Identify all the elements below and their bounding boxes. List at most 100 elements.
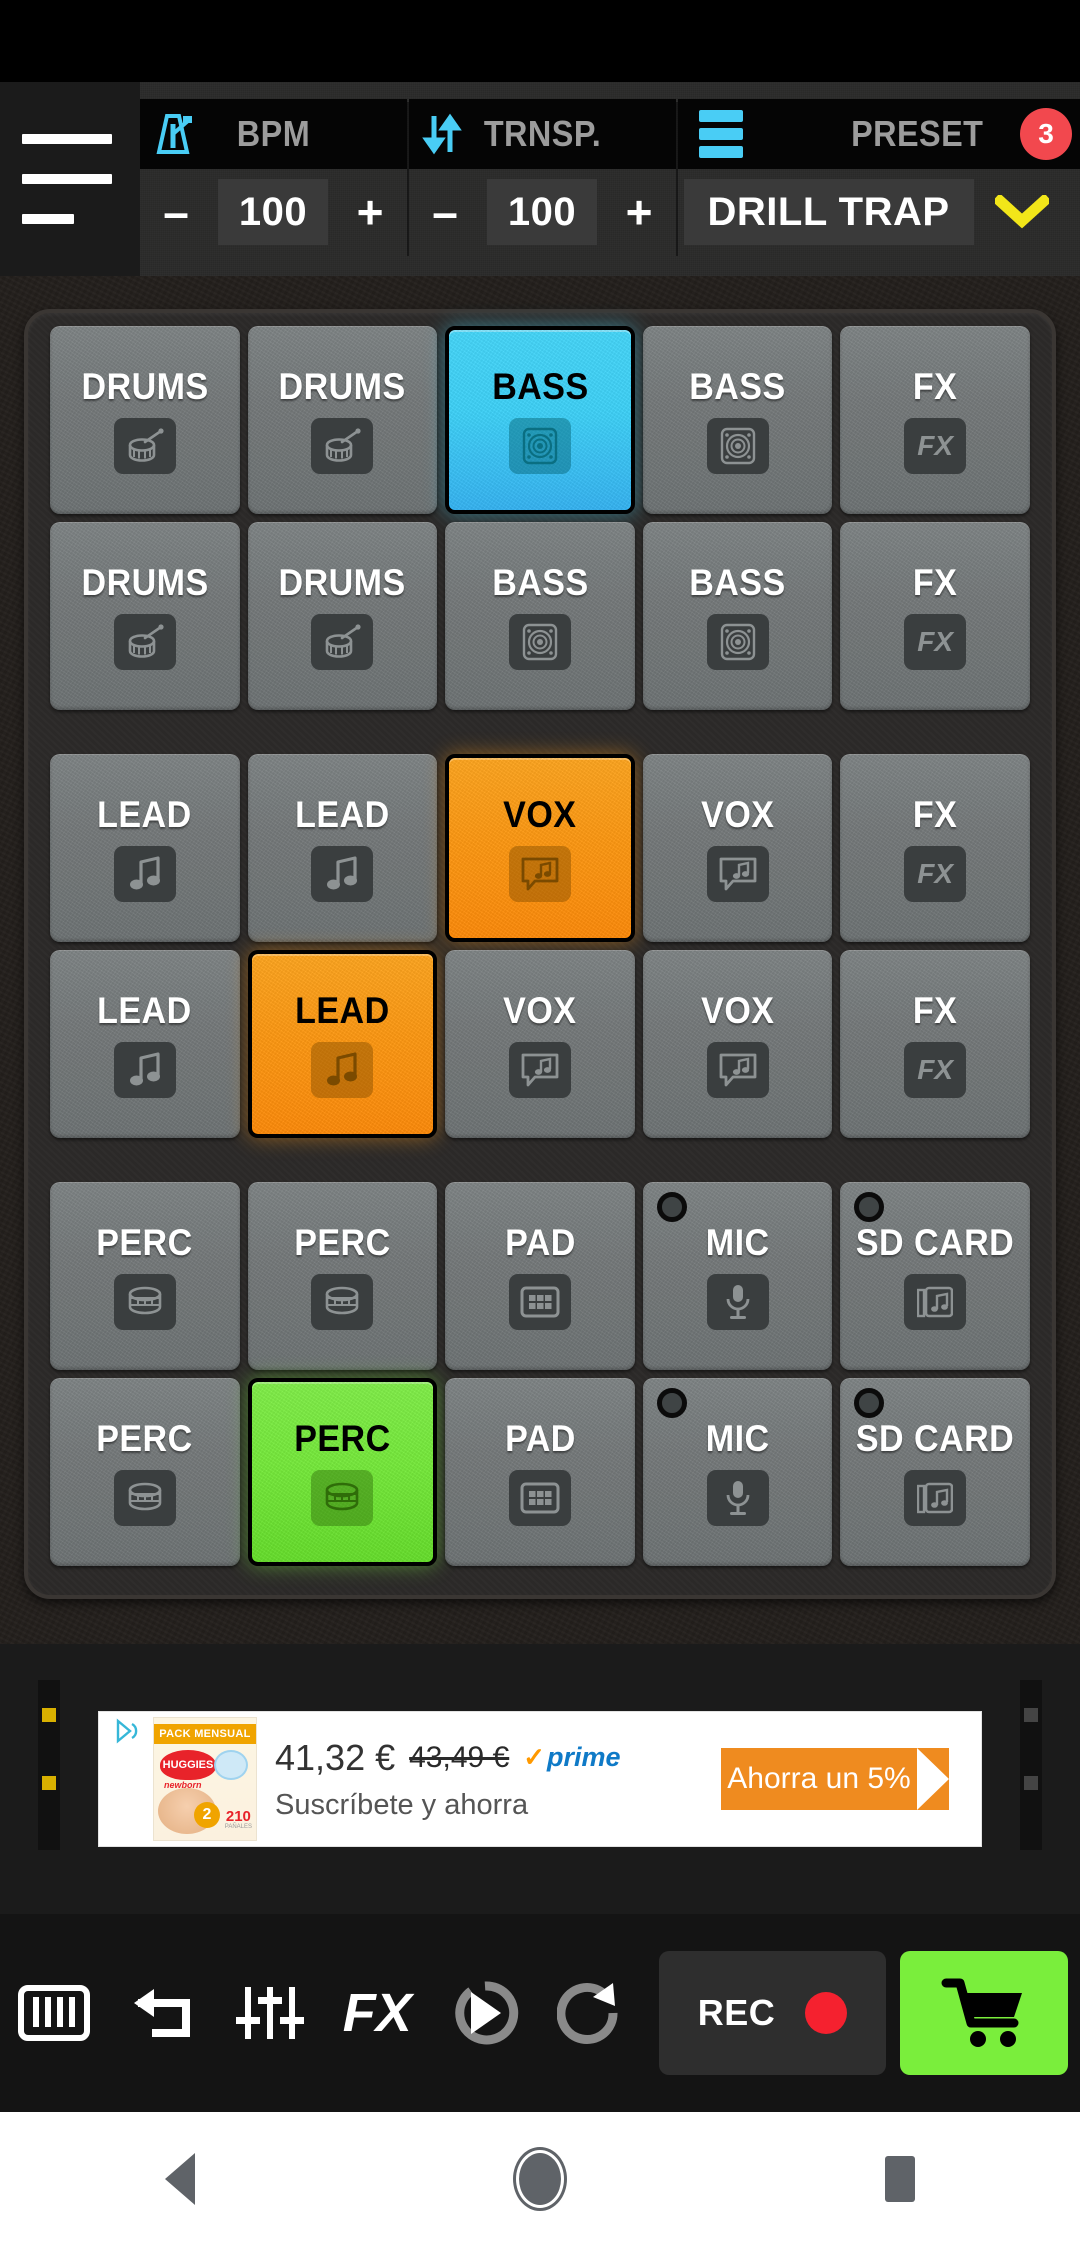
pad-perc-2-0-0[interactable]: PERC — [50, 1182, 240, 1370]
pad-lead-1-1-0[interactable]: LEAD — [50, 950, 240, 1138]
pad-sd-card-2-0-4[interactable]: SD CARD — [840, 1182, 1030, 1370]
pad-mic-2-1-3[interactable]: MIC — [642, 1378, 833, 1566]
transpose-group: TRNSP. – 100 + — [408, 82, 676, 276]
transpose-arrows-icon — [409, 112, 475, 156]
bpm-increment-button[interactable]: + — [344, 182, 396, 242]
preset-badge: 3 — [1020, 108, 1073, 160]
pad-label: LEAD — [295, 990, 390, 1031]
pad-pad-2-1-2[interactable]: PAD — [445, 1378, 635, 1566]
ad-cta-button[interactable]: Ahorra un 5% — [721, 1748, 949, 1810]
pad-fx-0-0-4[interactable]: FX FX — [840, 326, 1030, 514]
hamburger-menu-button[interactable] — [0, 82, 140, 276]
pad-label: FX — [912, 366, 958, 407]
transpose-decrement-button[interactable]: – — [419, 182, 471, 242]
pad-label: MIC — [705, 1418, 770, 1459]
pad-label: PERC — [96, 1418, 194, 1459]
music-note-icon — [311, 846, 374, 902]
ad-product-pill — [214, 1750, 248, 1780]
sd-music-icon — [904, 1470, 967, 1526]
pad-perc-2-1-0[interactable]: PERC — [50, 1378, 240, 1566]
pad-label: LEAD — [97, 990, 193, 1031]
hamburger-menu-icon — [22, 134, 112, 144]
pad-bass-0-1-2[interactable]: BASS — [445, 522, 635, 710]
pad-lead-1-0-1[interactable]: LEAD — [247, 754, 438, 942]
back-nav-icon[interactable] — [90, 2134, 270, 2224]
app-root: BPM – 100 + TRNSP. – 100 + PRESET 3 DRIL… — [0, 0, 1080, 2246]
pad-perc-2-0-1[interactable]: PERC — [247, 1182, 438, 1370]
ad-product-image[interactable]: PACK MENSUAL HUGGIES newborn 2 210 PAÑAL… — [153, 1717, 257, 1841]
preset-name[interactable]: DRILL TRAP — [683, 179, 974, 245]
ad-rail-right — [1020, 1680, 1042, 1850]
preset-header[interactable]: PRESET 3 — [677, 99, 1080, 169]
bpm-decrement-button[interactable]: – — [150, 182, 202, 242]
pad-label: FX — [912, 794, 958, 835]
pad-drums-0-0-0[interactable]: DRUMS — [50, 326, 240, 514]
pad-bass-0-0-3[interactable]: BASS — [642, 326, 833, 514]
recents-nav-icon[interactable] — [810, 2134, 990, 2224]
loop-icon[interactable] — [539, 1963, 647, 2063]
pad-vox-1-1-2[interactable]: VOX — [445, 950, 635, 1138]
fx-icon[interactable]: FX — [323, 1963, 431, 2063]
vocal-bubble-icon — [508, 1042, 571, 1098]
play-loop-icon[interactable] — [431, 1963, 539, 2063]
bpm-value[interactable]: 100 — [218, 179, 329, 245]
pad-row: LEAD LEAD VOX VOX FX FX — [50, 754, 1030, 942]
ad-product-count-value: 210 — [225, 1808, 251, 1825]
pad-led-indicator-icon — [656, 1192, 687, 1222]
record-dot-icon — [805, 1992, 848, 2034]
ad-old-price: 43,49 € — [409, 1740, 510, 1774]
music-note-icon — [113, 846, 176, 902]
vocal-bubble-icon — [706, 1042, 769, 1098]
adchoices-icon[interactable] — [99, 1712, 153, 1744]
rec-button[interactable]: REC — [658, 1951, 887, 2075]
fx-icon: FX — [904, 614, 967, 670]
speaker-icon — [706, 614, 769, 670]
pad-label: BASS — [491, 366, 589, 407]
chevron-down-icon[interactable] — [974, 195, 1070, 229]
fx-icon: FX — [904, 418, 967, 474]
pad-label: PERC — [294, 1418, 391, 1459]
preset-group: PRESET 3 DRILL TRAP — [677, 82, 1080, 276]
transpose-increment-button[interactable]: + — [613, 182, 665, 242]
pad-vox-1-1-3[interactable]: VOX — [642, 950, 833, 1138]
shopping-cart-button[interactable] — [900, 1951, 1069, 2075]
pad-lead-1-0-0[interactable]: LEAD — [50, 754, 240, 942]
undo-icon[interactable] — [108, 1963, 216, 2063]
speaker-icon — [508, 614, 571, 670]
pad-fx-1-1-4[interactable]: FX FX — [840, 950, 1030, 1138]
pad-sd-card-2-1-4[interactable]: SD CARD — [840, 1378, 1030, 1566]
pad-pad-2-0-2[interactable]: PAD — [445, 1182, 635, 1370]
transpose-value[interactable]: 100 — [487, 179, 598, 245]
mixer-icon[interactable] — [216, 1963, 324, 2063]
speaker-icon — [508, 418, 571, 474]
pad-lead-1-1-1[interactable]: LEAD — [247, 950, 438, 1138]
pad-fx-1-0-4[interactable]: FX FX — [840, 754, 1030, 942]
pad-vox-1-0-3[interactable]: VOX — [642, 754, 833, 942]
rec-label: REC — [697, 1992, 776, 2033]
preset-list-icon — [688, 110, 754, 158]
pad-mic-2-0-3[interactable]: MIC — [642, 1182, 833, 1370]
pad-bass-0-1-3[interactable]: BASS — [642, 522, 833, 710]
pad-label: SD CARD — [856, 1222, 1015, 1263]
pad-label: PERC — [294, 1222, 391, 1263]
pad-label: DRUMS — [81, 366, 209, 407]
pad-label: PAD — [504, 1222, 576, 1263]
music-note-icon — [113, 1042, 176, 1098]
pad-vox-1-0-2[interactable]: VOX — [445, 754, 635, 942]
pad-led-indicator-icon — [854, 1388, 885, 1418]
pad-drums-0-1-1[interactable]: DRUMS — [247, 522, 438, 710]
pad-perc-2-1-1[interactable]: PERC — [247, 1378, 438, 1566]
sd-music-icon — [904, 1274, 967, 1330]
pad-led-indicator-icon — [656, 1388, 687, 1418]
pad-bass-0-0-2[interactable]: BASS — [445, 326, 635, 514]
prime-badge-icon: ✓ prime — [523, 1742, 620, 1773]
pad-label: BASS — [491, 562, 589, 603]
pad-drums-0-0-1[interactable]: DRUMS — [247, 326, 438, 514]
keyboard-icon[interactable] — [0, 1963, 108, 2063]
pad-fx-0-1-4[interactable]: FX FX — [840, 522, 1030, 710]
pad-group-gap — [50, 1138, 1030, 1182]
ad-banner[interactable]: PACK MENSUAL HUGGIES newborn 2 210 PAÑAL… — [98, 1711, 982, 1847]
pad-led-indicator-icon — [854, 1192, 885, 1222]
home-nav-icon[interactable] — [450, 2134, 630, 2224]
pad-drums-0-1-0[interactable]: DRUMS — [50, 522, 240, 710]
